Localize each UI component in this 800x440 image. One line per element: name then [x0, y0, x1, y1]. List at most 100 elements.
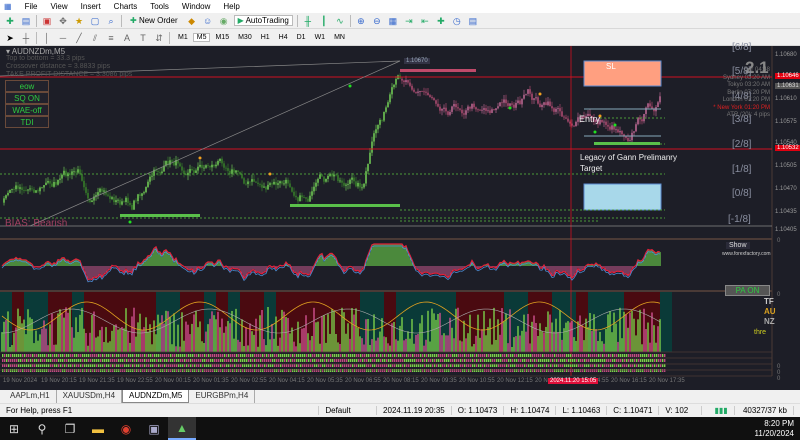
strength-dot	[22, 359, 24, 362]
file-explorer-icon[interactable]: ▬	[84, 417, 112, 440]
strength-dot	[284, 354, 286, 357]
sq-on-button[interactable]: SQ ON	[5, 92, 49, 104]
channel-icon[interactable]: ⫽	[89, 32, 101, 44]
arrows-icon[interactable]: ⇵	[153, 32, 165, 44]
new-order-button[interactable]: ✚ New Order	[126, 15, 182, 26]
strength-dot	[446, 354, 448, 357]
strength-dot	[436, 354, 438, 357]
chart-tab[interactable]: AAPLm,H1	[4, 390, 57, 403]
menu-tools[interactable]: Tools	[150, 2, 169, 11]
vertical-line-icon[interactable]: │	[41, 32, 53, 44]
start-windows-icon[interactable]: ⊞	[0, 417, 28, 440]
menu-help[interactable]: Help	[223, 2, 239, 11]
zoom-out-icon[interactable]: ⊖	[371, 15, 383, 27]
menu-insert[interactable]: Insert	[81, 2, 101, 11]
menu-view[interactable]: View	[50, 2, 67, 11]
high-price: H: 1.10474	[504, 406, 557, 415]
strength-dot	[638, 359, 640, 362]
terminal-icon[interactable]: ▢	[89, 15, 101, 27]
timeframe-m1[interactable]: M1	[174, 33, 192, 42]
tile-windows-icon[interactable]: ▦	[387, 15, 399, 27]
strength-dot	[624, 354, 626, 357]
strength-dot	[46, 359, 48, 362]
indicators-icon[interactable]: ✚	[435, 15, 447, 27]
templates-icon[interactable]: ▤	[467, 15, 479, 27]
chart-tab[interactable]: XAUUSDm,H4	[57, 390, 123, 403]
task-view-icon[interactable]: ❐	[56, 417, 84, 440]
chart-tab[interactable]: EURGBPm,H4	[189, 390, 256, 403]
timeframe-m30[interactable]: M30	[234, 33, 256, 42]
signals-icon[interactable]: ☺	[202, 15, 214, 27]
strength-dot	[42, 364, 44, 367]
tester-icon[interactable]: ⌕	[105, 15, 117, 27]
wae-off-button[interactable]: WAE-off	[5, 104, 49, 116]
menu-file[interactable]: File	[25, 2, 38, 11]
autoscroll-icon[interactable]: ⇥	[403, 15, 415, 27]
zoom-in-icon[interactable]: ⊕	[355, 15, 367, 27]
candle-body	[513, 104, 515, 108]
crosshair-icon[interactable]: ┼	[20, 32, 32, 44]
strength-dot	[526, 364, 528, 367]
strength-dot	[286, 359, 288, 362]
strength-dot	[214, 359, 216, 362]
strength-dot	[462, 359, 464, 362]
cursor-icon[interactable]: ➤	[4, 32, 16, 44]
chart-window[interactable]: ▾ AUDNZDm,M5 Top to bottom = 33.3 pips C…	[0, 42, 800, 390]
chart-tab[interactable]: AUDNZDm,M5	[122, 390, 190, 403]
candle-body	[449, 111, 451, 115]
strength-dot	[466, 364, 468, 367]
fibonacci-icon[interactable]: ≡	[105, 32, 117, 44]
menu-charts[interactable]: Charts	[114, 2, 138, 11]
candlestick-icon[interactable]: ┃	[318, 15, 330, 27]
pa-on-button[interactable]: PA ON	[725, 285, 770, 296]
strength-dot	[508, 369, 510, 372]
show-button[interactable]: Show	[726, 242, 750, 249]
timeframe-d1[interactable]: D1	[293, 33, 310, 42]
strength-dot	[116, 359, 118, 362]
strength-dot	[24, 364, 26, 367]
network-app-icon[interactable]: ▣	[140, 417, 168, 440]
sub-label-au: AU	[764, 307, 776, 316]
strength-dot	[222, 354, 224, 357]
strength-dot	[202, 364, 204, 367]
strength-dot	[30, 369, 32, 372]
timeframe-mn[interactable]: MN	[330, 33, 349, 42]
timeframe-m5[interactable]: M5	[192, 33, 211, 42]
timeframe-h4[interactable]: H4	[275, 33, 292, 42]
strength-dot	[544, 359, 546, 362]
strength-dot	[530, 369, 532, 372]
clock[interactable]: 8:20 PM 11/20/2024	[755, 419, 794, 439]
strength-dot	[190, 364, 192, 367]
new-chart-icon[interactable]: ✚	[4, 15, 16, 27]
strength-dot	[20, 364, 22, 367]
autotrading-button[interactable]: ▶ AutoTrading	[233, 15, 293, 26]
line-chart-icon[interactable]: ∿	[334, 15, 346, 27]
text-label-icon[interactable]: T	[137, 32, 149, 44]
data-window-icon[interactable]: ✥	[57, 15, 69, 27]
periods-icon[interactable]: ◷	[451, 15, 463, 27]
candle-body	[229, 170, 231, 174]
trendline-icon[interactable]: ╱	[73, 32, 85, 44]
bar-chart-icon[interactable]: ╫	[302, 15, 314, 27]
metaeditor-icon[interactable]: ◆	[186, 15, 198, 27]
timeframe-m15[interactable]: M15	[211, 33, 233, 42]
navigator-icon[interactable]: ★	[73, 15, 85, 27]
strength-dot	[512, 354, 514, 357]
text-icon[interactable]: A	[121, 32, 133, 44]
market-watch-icon[interactable]: ▣	[41, 15, 53, 27]
search-icon[interactable]: ⚲	[28, 417, 56, 440]
eow-button[interactable]: eow	[5, 80, 49, 92]
profiles-icon[interactable]: ▤	[20, 15, 32, 27]
vps-icon[interactable]: ◉	[218, 15, 230, 27]
tdi-button[interactable]: TDI	[5, 116, 49, 128]
menu-window[interactable]: Window	[182, 2, 210, 11]
chrome-icon[interactable]: ◉	[112, 417, 140, 440]
horizontal-line-icon[interactable]: ─	[57, 32, 69, 44]
candle-body	[219, 158, 221, 161]
timeframe-w1[interactable]: W1	[311, 33, 330, 42]
chart-shift-icon[interactable]: ⇤	[419, 15, 431, 27]
strength-dot	[316, 364, 318, 367]
metatrader-icon[interactable]: ▲	[168, 417, 196, 440]
strength-dot	[302, 354, 304, 357]
timeframe-h1[interactable]: H1	[257, 33, 274, 42]
